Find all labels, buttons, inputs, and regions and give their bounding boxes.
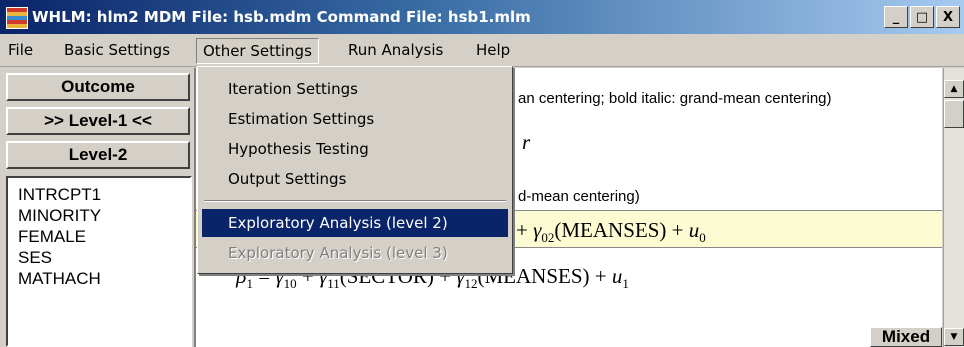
menu-exploratory-level2[interactable]: Exploratory Analysis (level 2) bbox=[202, 209, 508, 237]
level1-residual: r bbox=[522, 130, 531, 154]
scroll-down-icon[interactable]: ▼ bbox=[944, 328, 964, 346]
level1-button[interactable]: >> Level-1 << bbox=[6, 107, 190, 135]
other-settings-menu: Iteration Settings Estimation Settings H… bbox=[197, 66, 513, 274]
app-icon bbox=[6, 7, 28, 29]
list-item[interactable]: SES bbox=[18, 247, 190, 268]
beta0-equation[interactable]: + γ02(MEANSES) + u0 bbox=[516, 218, 706, 246]
close-button[interactable]: X bbox=[936, 6, 960, 28]
window-title: WHLM: hlm2 MDM File: hsb.mdm Command Fil… bbox=[32, 8, 531, 26]
menu-other-settings[interactable]: Other Settings bbox=[196, 38, 319, 64]
list-item[interactable]: FEMALE bbox=[18, 226, 190, 247]
variable-list[interactable]: INTRCPT1 MINORITY FEMALE SES MATHACH bbox=[6, 176, 192, 347]
list-item[interactable]: MATHACH bbox=[18, 268, 190, 289]
maximize-button[interactable]: □ bbox=[910, 6, 934, 28]
menu-output-settings[interactable]: Output Settings bbox=[202, 165, 508, 193]
level2-centering-note: d-mean centering) bbox=[518, 188, 640, 205]
menu-file[interactable]: File bbox=[2, 41, 39, 59]
outcome-button[interactable]: Outcome bbox=[6, 73, 190, 101]
menu-iteration-settings[interactable]: Iteration Settings bbox=[202, 75, 508, 103]
menu-estimation-settings[interactable]: Estimation Settings bbox=[202, 105, 508, 133]
menu-separator bbox=[204, 200, 506, 202]
scroll-thumb[interactable] bbox=[944, 100, 964, 128]
menu-run-analysis[interactable]: Run Analysis bbox=[342, 41, 449, 59]
menu-help[interactable]: Help bbox=[470, 41, 516, 59]
vertical-scrollbar[interactable]: ▲ ▼ bbox=[943, 68, 964, 347]
mixed-button[interactable]: Mixed bbox=[870, 327, 942, 347]
level2-button[interactable]: Level-2 bbox=[6, 141, 190, 169]
menu-basic-settings[interactable]: Basic Settings bbox=[58, 41, 176, 59]
menu-hypothesis-testing[interactable]: Hypothesis Testing bbox=[202, 135, 508, 163]
centering-legend: an centering; bold italic: grand-mean ce… bbox=[518, 90, 832, 107]
list-item[interactable]: MINORITY bbox=[18, 205, 190, 226]
title-bar: WHLM: hlm2 MDM File: hsb.mdm Command Fil… bbox=[0, 0, 964, 34]
menu-exploratory-level3: Exploratory Analysis (level 3) bbox=[228, 244, 448, 262]
minimize-button[interactable]: _ bbox=[884, 6, 908, 28]
scroll-up-icon[interactable]: ▲ bbox=[944, 80, 964, 98]
list-item[interactable]: INTRCPT1 bbox=[18, 184, 190, 205]
menu-bar: File Basic Settings Other Settings Run A… bbox=[0, 36, 964, 67]
